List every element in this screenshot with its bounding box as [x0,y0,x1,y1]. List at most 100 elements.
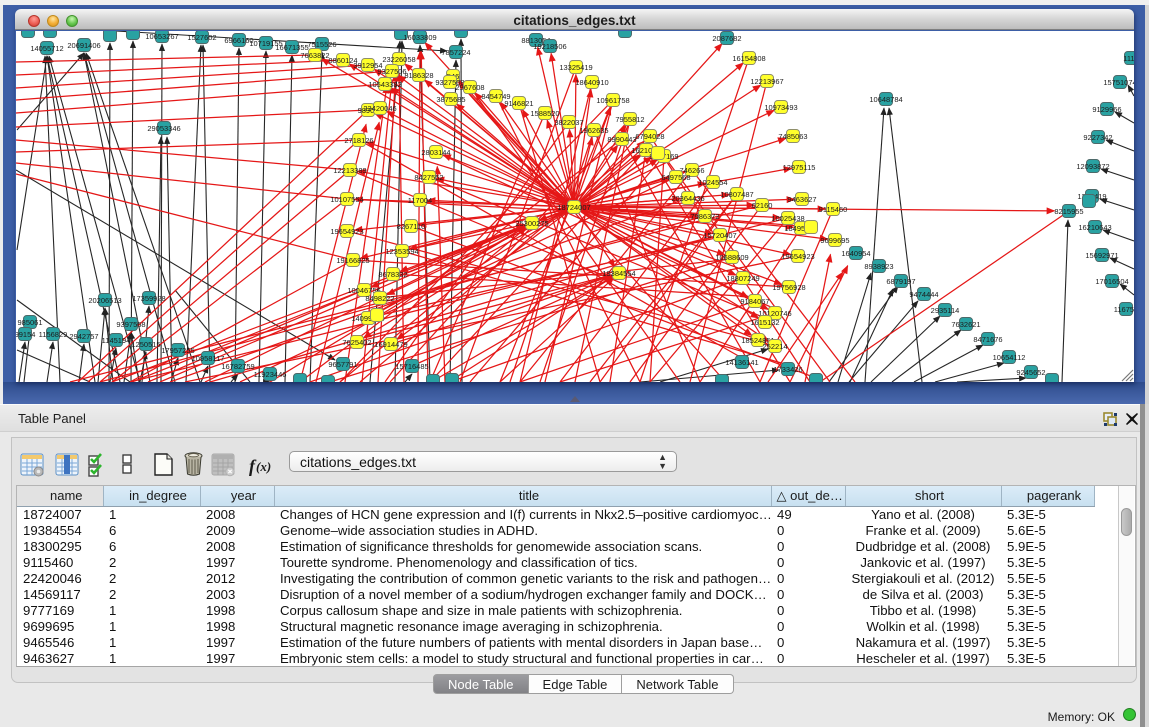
svg-text:10543382: 10543382 [368,80,401,89]
svg-text:8427552: 8427552 [414,173,443,182]
svg-text:18807249: 18807249 [726,274,759,283]
svg-text:1156829: 1156829 [39,330,68,339]
svg-text:13325419: 13325419 [559,63,592,72]
svg-text:252214: 252214 [762,342,787,351]
svg-text:8990443: 8990443 [607,135,636,144]
svg-text:23420046: 23420046 [363,104,396,113]
svg-text:6879197: 6879197 [886,277,915,286]
svg-text:2935114: 2935114 [931,306,960,315]
svg-text:1962635: 1962635 [579,126,608,135]
svg-text:1733426: 1733426 [773,365,802,374]
svg-text:15716485: 15716485 [395,362,428,371]
svg-text:19756928: 19756928 [772,283,805,292]
svg-text:116753: 116753 [1114,305,1134,314]
svg-text:20691406: 20691406 [67,41,100,50]
svg-text:16033809: 16033809 [403,33,436,42]
svg-text:3875685: 3875685 [436,95,465,104]
svg-text:8267110: 8267110 [397,222,426,231]
svg-text:9245652: 9245652 [1016,368,1045,377]
svg-text:19654923: 19654923 [781,252,814,261]
svg-text:6794028: 6794028 [635,132,664,141]
svg-text:7515526: 7515526 [307,40,336,49]
svg-text:1588520: 1588520 [530,109,559,118]
svg-text:16210643: 16210643 [1078,223,1111,232]
svg-text:2942757: 2942757 [69,332,98,341]
svg-text:8215955: 8215955 [1054,207,1083,216]
svg-text:8678332: 8678332 [378,270,407,279]
svg-text:7663822: 7663822 [300,51,329,60]
svg-text:1024554: 1024554 [698,178,727,187]
svg-text:99154: 99154 [16,330,35,339]
svg-text:1112: 1112 [1123,54,1134,63]
svg-text:14055712: 14055712 [30,44,63,53]
svg-text:20206513: 20206513 [88,296,121,305]
svg-text:9327506: 9327506 [377,67,406,76]
svg-text:12093872: 12093872 [1076,162,1109,171]
svg-text:17359928: 17359928 [132,294,165,303]
svg-text:9129966: 9129966 [1092,105,1121,114]
svg-text:12213389: 12213389 [333,166,366,175]
svg-text:18724007: 18724007 [557,203,590,212]
svg-text:10653267: 10653267 [145,32,178,41]
svg-text:985061: 985061 [17,318,42,327]
svg-text:14136141: 14136141 [725,358,758,367]
svg-text:1615132: 1615132 [750,318,779,327]
svg-text:1145194: 1145194 [102,336,131,345]
svg-text:8186328: 8186328 [404,71,433,80]
svg-text:16914479: 16914479 [374,340,407,349]
svg-text:16154808: 16154808 [732,54,765,63]
svg-text:12353594: 12353594 [385,247,418,256]
svg-text:10807487: 10807487 [720,190,753,199]
svg-text:15751074: 15751074 [1103,78,1134,87]
svg-text:7955812: 7955812 [615,115,644,124]
svg-text:15720407: 15720407 [703,231,736,240]
svg-text:10958117: 10958117 [192,354,225,363]
svg-text:18640910: 18640910 [575,78,608,87]
svg-text:11923446: 11923446 [254,370,287,379]
svg-text:1250515: 1250515 [131,340,160,349]
svg-text:10107554: 10107554 [330,195,363,204]
svg-text:20364436: 20364436 [671,194,704,203]
svg-text:2803144: 2803144 [421,148,450,157]
svg-text:19654923: 19654923 [330,227,363,236]
svg-text:10973493: 10973493 [764,103,797,112]
svg-text:8498222: 8498222 [365,294,394,303]
svg-text:10961758: 10961758 [596,96,629,105]
svg-text:2718126: 2718126 [344,136,373,145]
svg-text:19384554: 19384554 [602,269,635,278]
svg-text:10688609: 10688609 [715,253,748,262]
svg-text:15692971: 15692971 [1085,251,1118,260]
svg-text:9463627: 9463627 [787,195,816,204]
svg-text:23226058: 23226058 [382,55,415,64]
svg-text:10654112: 10654112 [993,353,1026,362]
svg-text:1640954: 1640954 [841,249,870,258]
svg-text:(x): (x) [256,459,271,474]
svg-text:9184067: 9184067 [740,297,769,306]
svg-text:19166825: 19166825 [336,256,369,265]
svg-text:7986372: 7986372 [690,212,719,221]
svg-text:9227342: 9227342 [1083,133,1112,142]
svg-text:8471676: 8471676 [973,335,1002,344]
svg-text:25300275: 25300275 [515,219,548,228]
svg-text:17957255: 17957255 [161,346,194,355]
svg-text:9699695: 9699695 [820,236,849,245]
svg-text:7625402: 7625402 [342,338,371,347]
svg-text:9657791: 9657791 [328,360,357,369]
svg-text:12213967: 12213967 [750,77,783,86]
svg-text:9146821: 9146821 [504,99,533,108]
svg-text:29053346: 29053346 [147,124,180,133]
svg-text:17016504: 17016504 [1095,277,1128,286]
svg-text:7632621: 7632621 [951,320,980,329]
svg-text:7857224: 7857224 [441,48,470,57]
svg-text:9115460: 9115460 [819,205,848,214]
svg-text:9474444: 9474444 [909,290,938,299]
svg-text:8938923: 8938923 [864,262,893,271]
svg-text:2087682: 2087682 [712,34,741,43]
svg-text:2967608: 2967608 [455,83,484,92]
svg-text:9397568: 9397568 [116,320,145,329]
svg-text:117004: 117004 [408,196,432,205]
svg-text:62160: 62160 [752,201,773,210]
svg-text:10648784: 10648784 [869,95,902,104]
svg-text:6497568: 6497568 [661,173,690,182]
svg-text:7485063: 7485063 [778,132,807,141]
